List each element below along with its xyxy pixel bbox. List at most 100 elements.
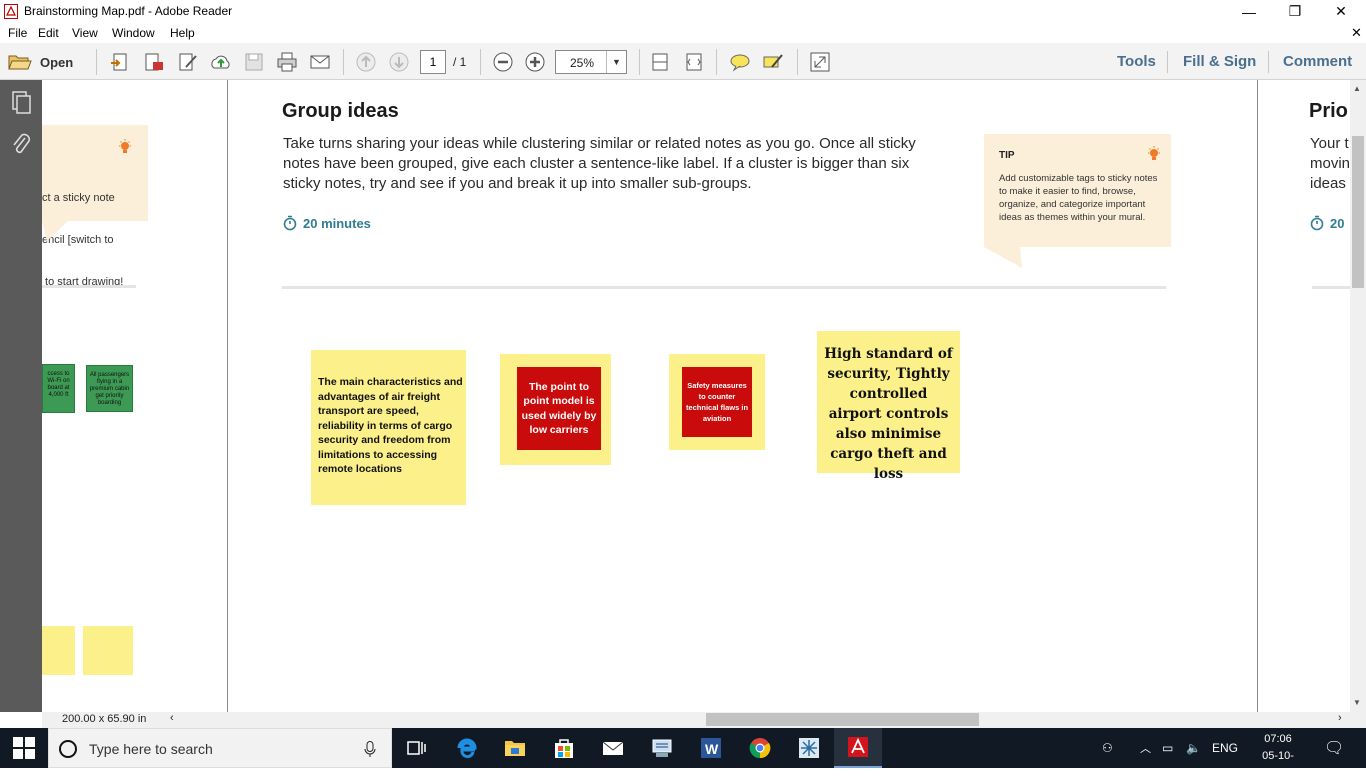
horizontal-scroll-thumb[interactable] <box>706 713 979 726</box>
title-bar: Brainstorming Map.pdf - Adobe Reader — ❐… <box>0 0 1366 23</box>
arrow-down-icon <box>389 52 409 72</box>
close-document-button[interactable]: ✕ <box>1351 25 1362 41</box>
full-screen-button[interactable] <box>809 51 831 73</box>
menu-window[interactable]: Window <box>112 26 155 40</box>
print-button[interactable] <box>276 51 298 73</box>
divider <box>42 285 136 288</box>
toolbar-separator <box>96 49 97 75</box>
highlight-button[interactable] <box>762 51 784 73</box>
zoom-out-button[interactable] <box>492 51 514 73</box>
section-description: Take turns sharing your ideas while clus… <box>283 135 916 192</box>
clock[interactable]: 07:06 05-10-2023 <box>1250 731 1306 782</box>
search-placeholder: Type here to search <box>89 741 213 757</box>
taskbar-word[interactable]: W <box>687 728 735 768</box>
page-thumbnails-icon[interactable] <box>10 90 32 114</box>
taskbar-adobe-reader[interactable] <box>834 728 882 768</box>
expand-icon <box>810 52 830 72</box>
taskbar-store[interactable] <box>540 728 588 768</box>
taskbar-mail[interactable] <box>589 728 637 768</box>
fit-width-icon <box>686 53 702 71</box>
volume-icon[interactable]: 🔈 <box>1186 728 1201 768</box>
fill-sign-tab[interactable]: Fill & Sign <box>1183 53 1256 70</box>
chevron-up-icon[interactable]: ︿ <box>1140 728 1151 768</box>
chevron-down-icon[interactable]: ▼ <box>606 51 626 73</box>
timer-icon <box>1310 215 1324 231</box>
vertical-scroll-thumb[interactable] <box>1352 136 1364 288</box>
close-window-button[interactable]: ✕ <box>1318 0 1364 23</box>
sticky-note-button[interactable] <box>729 51 751 73</box>
sticky-note-point-to-point[interactable]: The point to point model is used widely … <box>500 354 611 465</box>
menu-edit[interactable]: Edit <box>38 26 59 40</box>
green-sticky-note[interactable]: ccess to Wi-Fi on board at 4,000 ft <box>42 364 75 413</box>
people-icon[interactable]: ⚇ <box>1102 728 1113 768</box>
email-button[interactable] <box>309 51 331 73</box>
sticky-note-characteristics[interactable]: The main characteristics and advantages … <box>311 350 466 505</box>
scroll-right-arrow-icon[interactable]: › <box>1338 712 1342 724</box>
search-icon <box>59 740 77 758</box>
taskbar-snip-tool[interactable] <box>785 728 833 768</box>
taskbar-network-app[interactable] <box>638 728 686 768</box>
zoom-in-button[interactable] <box>524 51 546 73</box>
empty-sticky-note[interactable] <box>83 626 133 675</box>
green-sticky-note[interactable]: All passengers flying in a premium cabin… <box>86 365 133 412</box>
start-button[interactable] <box>0 728 48 768</box>
menu-view[interactable]: View <box>72 26 98 40</box>
duration-label: 20 minutes <box>303 215 371 231</box>
restore-button[interactable]: ❐ <box>1272 0 1318 23</box>
comment-bubble-icon <box>730 54 750 72</box>
fit-page-button[interactable] <box>649 51 671 73</box>
menu-file[interactable]: File <box>8 26 27 40</box>
toolbar-separator <box>797 49 798 75</box>
toolbar-separator <box>716 49 717 75</box>
minimize-button[interactable]: — <box>1226 0 1272 23</box>
open-label: Open <box>40 54 74 70</box>
create-pdf-icon <box>111 53 127 71</box>
scroll-left-arrow-icon[interactable]: ‹ <box>170 712 174 724</box>
scroll-down-arrow-icon[interactable]: ▼ <box>1353 698 1361 707</box>
page-total: / 1 <box>453 55 467 69</box>
menu-help[interactable]: Help <box>170 26 195 40</box>
edit-pdf-button[interactable] <box>177 51 199 73</box>
save-button[interactable] <box>243 51 265 73</box>
notifications-icon[interactable]: 🗨 <box>1324 728 1344 768</box>
next-page-button[interactable] <box>388 51 410 73</box>
next-section-line: movin <box>1310 155 1350 172</box>
zoom-select[interactable]: 25% ▼ <box>555 50 627 74</box>
snowflake-app-icon <box>799 738 819 758</box>
page-number-input[interactable] <box>420 50 446 74</box>
taskbar-edge[interactable] <box>443 728 491 768</box>
save-icon <box>245 53 263 71</box>
taskbar-file-explorer[interactable] <box>491 728 539 768</box>
paperclip-icon[interactable] <box>10 132 32 156</box>
lightbulb-icon <box>1148 146 1160 160</box>
tools-tab[interactable]: Tools <box>1117 53 1156 70</box>
edit-pdf-icon <box>179 53 197 71</box>
vertical-scrollbar[interactable]: ▲ ▼ <box>1350 80 1366 712</box>
comment-tab[interactable]: Comment <box>1283 53 1352 70</box>
task-view-button[interactable] <box>392 728 440 768</box>
status-bar: 200.00 x 65.90 in ‹ › <box>42 712 1366 728</box>
export-pdf-icon <box>145 53 163 71</box>
next-section-line: ideas <box>1310 175 1346 192</box>
taskbar-chrome[interactable] <box>736 728 784 768</box>
menu-bar: File Edit View Window Help ✕ <box>0 23 1366 43</box>
toolbar-separator <box>1167 51 1168 73</box>
sticky-note-safety[interactable]: Safety measures to counter technical fla… <box>669 354 765 450</box>
previous-page-button[interactable] <box>355 51 377 73</box>
battery-icon[interactable]: ▭ <box>1162 728 1173 768</box>
sticky-note-security[interactable]: High standard of security, Tightly contr… <box>817 331 960 482</box>
section-title: Group ideas <box>282 100 399 122</box>
empty-sticky-note[interactable] <box>42 626 75 675</box>
taskbar-search[interactable]: Type here to search <box>48 728 392 768</box>
fit-width-button[interactable] <box>683 51 705 73</box>
open-button[interactable]: Open <box>8 51 73 73</box>
export-pdf-button[interactable] <box>143 51 165 73</box>
toolbar: Open / 1 25% ▼ <box>0 43 1366 80</box>
left-tip-line: ct a sticky note <box>42 192 115 204</box>
upload-cloud-button[interactable] <box>210 51 232 73</box>
microphone-icon[interactable] <box>364 741 376 758</box>
document-viewport[interactable]: ct a sticky note encil [switch to to sta… <box>42 80 1350 712</box>
scroll-up-arrow-icon[interactable]: ▲ <box>1353 84 1361 93</box>
language-indicator[interactable]: ENG <box>1212 728 1238 768</box>
create-pdf-button[interactable] <box>109 51 131 73</box>
